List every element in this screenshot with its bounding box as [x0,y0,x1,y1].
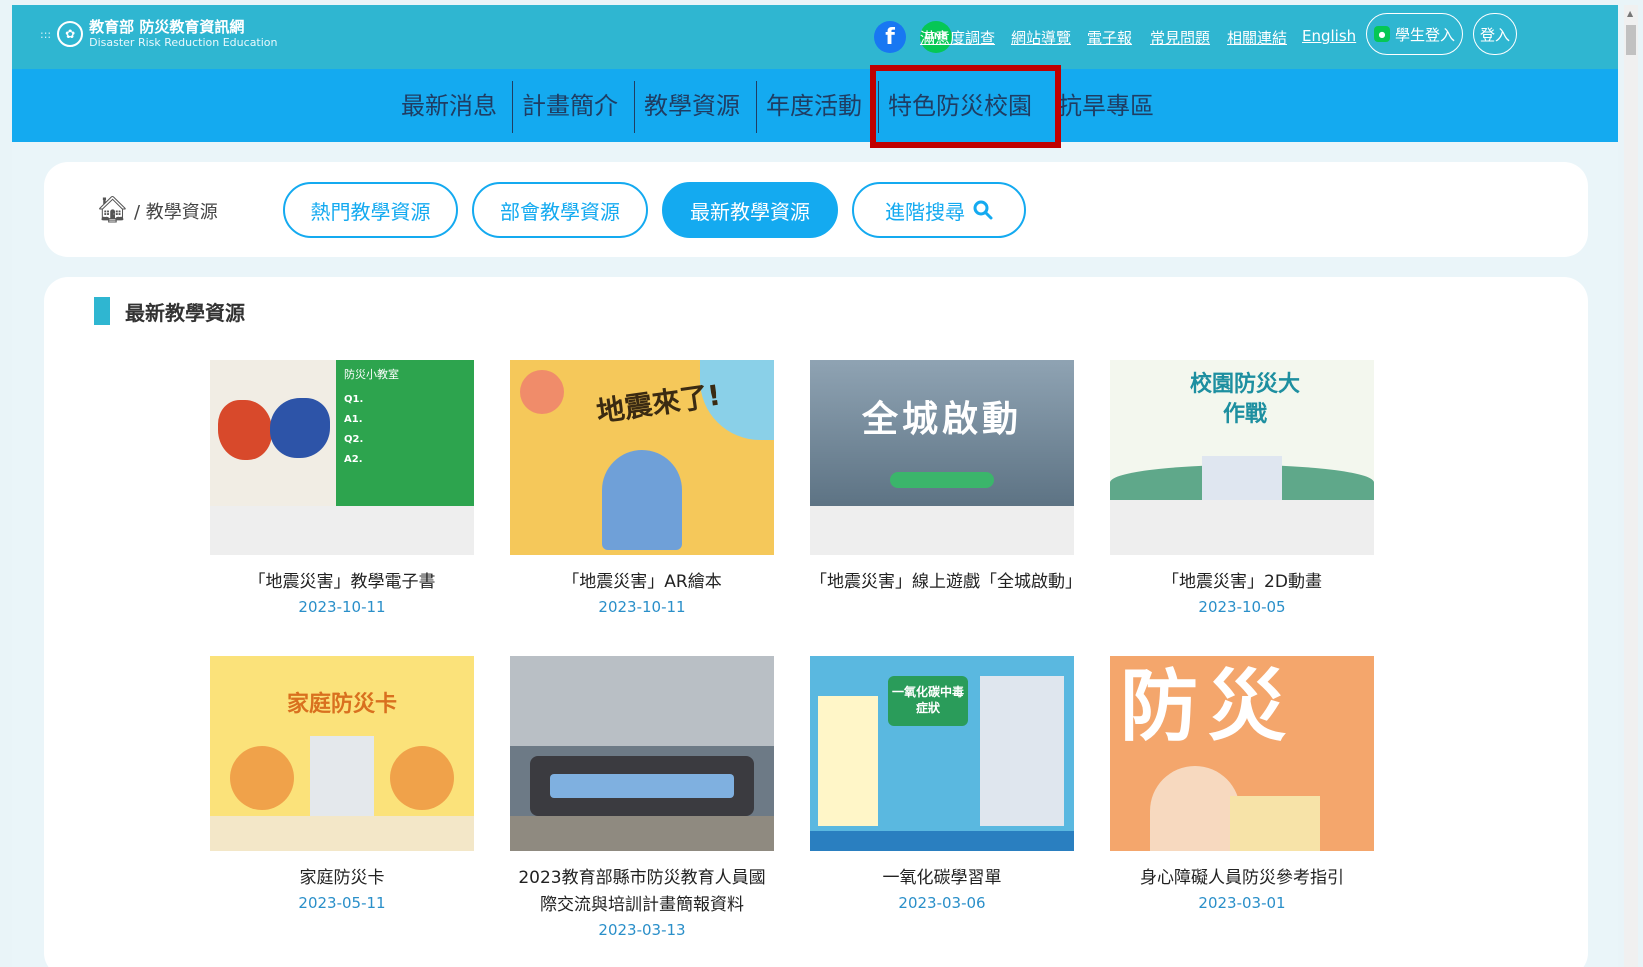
card-thumbnail[interactable]: 防災 [1110,656,1374,851]
menu-dots-icon: ::: [40,27,52,41]
thumb-caption: 全城啟動 [861,399,1022,440]
scrollbar-thumb[interactable] [1626,25,1636,55]
breadcrumb-current: 教學資源 [145,202,218,223]
card-date: 2023-03-13 [598,921,686,939]
thumb-caption: 防災 [1120,662,1297,752]
main-nav: 最新消息 計畫簡介 教學資源 年度活動 特色防災校園 抗旱專區 [12,69,1618,142]
resource-card[interactable]: 全城啟動 「地震災害」線上遊戲「全城啟動」 [810,360,1082,596]
card-thumbnail[interactable] [510,656,774,851]
thumb-caption: 地震來了! [594,378,723,429]
card-title[interactable]: 2023教育部縣市防災教育人員國際交流與培訓計畫簡報資料 [510,865,774,919]
card-thumbnail[interactable]: 家庭防災卡 [210,656,474,851]
nav-news[interactable]: 最新消息 [401,89,497,123]
card-title[interactable]: 身心障礙人員防災參考指引 [1110,865,1374,892]
link-faq[interactable]: 常見問題 [1150,27,1210,48]
home-icon[interactable]: 🏠︎ [96,195,129,225]
thumb-caption: 家庭防災卡 [286,692,397,717]
card-thumbnail[interactable]: 一氧化碳中毒症狀 [810,656,1074,851]
resource-card[interactable]: 防災小教室 Q1. A1. Q2. A2. 「地震災害」教學電子書 2023-10-1… [210,360,474,618]
card-thumbnail[interactable]: 校園防災大作戰 [1110,360,1374,555]
content-panel: 最新教學資源 防災小教室 Q1. A1. Q2. A2. 「地震災害」教學電子書 20… [44,277,1588,967]
link-sitemap[interactable]: 網站導覽 [1011,27,1071,48]
card-title[interactable]: 「地震災害」教學電子書 [210,569,474,596]
login-button[interactable]: 登入 [1473,13,1517,55]
advanced-search-label: 進階搜尋 [885,199,965,224]
resource-card[interactable]: 校園防災大作戰 「地震災害」2D動畫 2023-10-05 [1110,360,1374,618]
nav-activities[interactable]: 年度活動 [766,89,862,123]
resource-card[interactable]: 家庭防災卡 家庭防災卡 2023-05-11 [210,656,474,914]
moe-emblem-icon: ✿ [57,21,84,47]
card-title[interactable]: 一氧化碳學習單 [810,865,1074,892]
resource-card[interactable]: 2023教育部縣市防災教育人員國際交流與培訓計畫簡報資料 2023-03-13 [510,656,774,941]
line-chat-icon: ● [1373,26,1390,42]
section-title: 最新教學資源 [125,301,245,325]
thumb-caption: 校園防災大作戰 [1190,372,1301,427]
scroll-up-icon[interactable]: ▲ [1627,9,1633,18]
student-login-label: 學生登入 [1394,25,1455,44]
section-marker [94,297,110,325]
card-date: 2023-10-11 [598,598,686,616]
top-bar: ::: ✿ 教育部 防災教育資訊網 Disaster Risk Reductio… [12,5,1618,69]
facebook-icon[interactable]: f [874,21,906,53]
card-title[interactable]: 「地震災害」AR繪本 [510,569,774,596]
resource-card[interactable]: 防災 身心障礙人員防災參考指引 2023-03-01 [1110,656,1374,914]
thumb-caption: 防災小教室 [344,368,399,381]
card-date: 2023-03-01 [1198,894,1286,912]
scrollbar[interactable]: ▲ [1624,5,1638,967]
card-date: 2023-10-11 [298,598,386,616]
tab-popular[interactable]: 熱門教學資源 [283,182,458,238]
card-date: 2023-05-11 [298,894,386,912]
resource-card[interactable]: 一氧化碳中毒症狀 一氧化碳學習單 2023-03-06 [810,656,1074,914]
nav-separator [512,81,513,133]
nav-resources[interactable]: 教學資源 [644,89,740,123]
card-thumbnail[interactable]: 全城啟動 [810,360,1074,555]
link-related[interactable]: 相關連結 [1227,27,1287,48]
logo-title: 教育部 防災教育資訊網 [89,18,245,36]
link-newsletter[interactable]: 電子報 [1087,27,1132,48]
nav-separator [756,81,757,133]
tab-latest[interactable]: 最新教學資源 [662,182,838,238]
breadcrumb-panel: 🏠︎ / 教學資源 熱門教學資源 部會教學資源 最新教學資源 進階搜尋 [44,162,1588,257]
link-english[interactable]: English [1302,27,1356,45]
student-login-button[interactable]: ● 學生登入 [1366,13,1463,55]
resource-card[interactable]: 地震來了! 「地震災害」AR繪本 2023-10-11 [510,360,774,618]
site-logo[interactable]: ::: ✿ 教育部 防災教育資訊網 Disaster Risk Reductio… [40,18,278,50]
card-thumbnail[interactable]: 地震來了! [510,360,774,555]
highlight-box [870,65,1061,148]
advanced-search-button[interactable]: 進階搜尋 [852,182,1026,238]
nav-drought[interactable]: 抗旱專區 [1058,89,1154,123]
card-title[interactable]: 家庭防災卡 [210,865,474,892]
link-survey[interactable]: 滿意度調查 [920,27,995,48]
breadcrumb: / 教學資源 [134,202,218,223]
thumb-caption: 一氧化碳中毒症狀 [888,676,968,726]
page: ::: ✿ 教育部 防災教育資訊網 Disaster Risk Reductio… [12,5,1618,967]
card-date: 2023-10-05 [1198,598,1286,616]
nav-about[interactable]: 計畫簡介 [522,89,618,123]
nav-separator [634,81,635,133]
search-icon [973,200,993,220]
card-title[interactable]: 「地震災害」線上遊戲「全城啟動」 [810,569,1082,596]
tab-ministry[interactable]: 部會教學資源 [472,182,648,238]
card-title[interactable]: 「地震災害」2D動畫 [1110,569,1374,596]
card-date: 2023-03-06 [898,894,986,912]
logo-subtitle: Disaster Risk Reduction Education [89,36,278,49]
logo-text: 教育部 防災教育資訊網 Disaster Risk Reduction Educ… [89,18,278,50]
card-thumbnail[interactable]: 防災小教室 Q1. A1. Q2. A2. [210,360,474,555]
